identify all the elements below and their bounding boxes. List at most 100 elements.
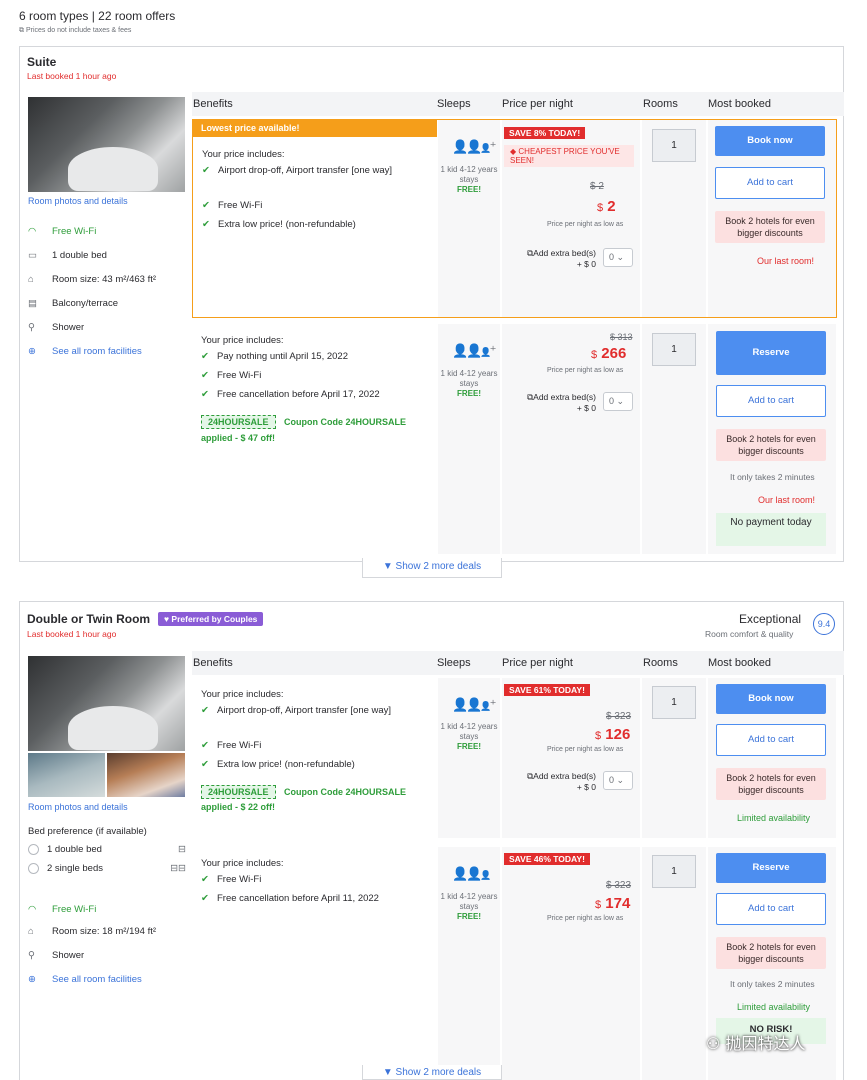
- per-night-note: Price per night as low as: [547, 367, 624, 374]
- takes-minutes: It only takes 2 minutes: [730, 472, 815, 482]
- heart-icon: ♥: [164, 614, 170, 624]
- save-badge: SAVE 8% TODAY!: [504, 127, 586, 139]
- add-to-cart-button[interactable]: Add to cart: [716, 893, 826, 925]
- current-price: $ 126: [595, 726, 631, 743]
- check-icon: ✔: [202, 219, 210, 230]
- extra-bed-select[interactable]: 0 ⌄: [603, 392, 633, 411]
- benefit-item: ✔ Free cancellation before April 17, 2022: [201, 389, 380, 400]
- see-all-facilities[interactable]: ⊕ See all room facilities: [28, 346, 142, 357]
- watermark: ⚇ 抛因特达人: [706, 1034, 806, 1053]
- shower-icon: ⚲: [28, 950, 35, 961]
- col-benefits: Benefits: [193, 657, 233, 669]
- promo-box: Book 2 hotels for even bigger discounts: [716, 429, 826, 461]
- check-icon: ✔: [201, 874, 209, 885]
- people-icon: 👤👤👤: [452, 866, 492, 881]
- rooms-select[interactable]: 1: [652, 129, 696, 162]
- room-photo[interactable]: [28, 656, 185, 751]
- extra-bed-label: ⧉Add extra bed(s) + $ 0: [527, 771, 596, 792]
- coupon-applied: applied - $ 22 off!: [201, 802, 276, 812]
- sleeps-text: 1 kid 4-12 years stays FREE!: [440, 165, 498, 194]
- benefit-item: ✔ Free cancellation before April 11, 2022: [201, 893, 379, 904]
- room-thumb-1[interactable]: [28, 753, 105, 797]
- room-photos-link[interactable]: Room photos and details: [28, 196, 128, 206]
- col-most-booked: Most booked: [708, 657, 771, 669]
- availability-status: Our last room!: [758, 495, 816, 505]
- book-now-button[interactable]: Book now: [715, 126, 825, 156]
- check-icon: ✔: [201, 351, 209, 362]
- price-cell: [502, 678, 640, 838]
- column-header: Benefits Sleeps Price per night Rooms Mo…: [192, 651, 844, 675]
- add-to-cart-button[interactable]: Add to cart: [716, 724, 826, 756]
- triangle-down-icon: ▼: [382, 561, 393, 572]
- rating-sub: Room comfort & quality: [705, 629, 794, 639]
- room-name: Double or Twin Room: [27, 612, 151, 626]
- current-price: $ 174: [595, 895, 631, 912]
- facility-bed: ▭ 1 double bed: [28, 250, 107, 261]
- show-more-deals[interactable]: ▼ Show 2 more deals: [362, 1065, 502, 1080]
- add-to-cart-button[interactable]: Add to cart: [716, 385, 826, 417]
- coupon-code[interactable]: 24HOURSALE: [201, 785, 276, 799]
- save-badge: SAVE 46% TODAY!: [504, 853, 590, 865]
- benefit-item: ✔ Airport drop-off, Airport transfer [one…: [201, 705, 392, 716]
- last-booked: Last booked 1 hour ago: [27, 629, 117, 639]
- rooms-select[interactable]: 1: [652, 333, 696, 366]
- extra-bed-select[interactable]: 0 ⌄: [603, 248, 633, 267]
- info-icon: ⧉: [19, 27, 24, 34]
- room-photo[interactable]: [28, 97, 185, 192]
- rooms-select[interactable]: 1: [652, 686, 696, 719]
- sink-shape: [68, 147, 158, 191]
- rooms-select[interactable]: 1: [652, 855, 696, 888]
- radio-icon: [28, 844, 39, 855]
- balcony-icon: ▤: [28, 298, 37, 309]
- offers-summary: 6 room types | 22 room offers: [19, 9, 176, 23]
- rating-score[interactable]: 9.4: [813, 613, 835, 635]
- benefit-item: ✔ Free Wi-Fi: [201, 740, 262, 751]
- show-more-deals[interactable]: ▼ Show 2 more deals: [362, 558, 502, 578]
- sleeps-text: 1 kid 4-12 years stays FREE!: [440, 892, 498, 921]
- room-name: Suite: [27, 55, 57, 69]
- col-sleeps: Sleeps: [437, 657, 471, 669]
- bed-option[interactable]: 1 double bed ⊟: [28, 844, 186, 855]
- facility-size: ⌂ Room size: 43 m²/463 ft²: [28, 274, 157, 285]
- room-photos-link[interactable]: Room photos and details: [28, 802, 128, 812]
- taxes-note: ⧉ Prices do not include taxes & fees: [19, 27, 132, 34]
- people-icon: 👤👤👤⁺: [452, 139, 496, 154]
- per-night-note: Price per night as low as: [547, 221, 624, 228]
- bed-icon: ▭: [28, 250, 37, 261]
- bed-option[interactable]: 2 single beds ⊟⊟: [28, 863, 186, 874]
- coupon-code[interactable]: 24HOURSALE: [201, 415, 276, 429]
- price-includes: Your price includes:: [201, 689, 284, 700]
- old-price: $ 323: [606, 711, 632, 722]
- see-all-facilities[interactable]: ⊕ See all room facilities: [28, 974, 142, 985]
- per-night-note: Price per night as low as: [547, 915, 624, 922]
- sink-shape: [68, 706, 158, 750]
- last-booked: Last booked 1 hour ago: [27, 71, 117, 81]
- room-thumb-2[interactable]: [107, 753, 185, 797]
- promo-box: Book 2 hotels for even bigger discounts: [715, 211, 825, 243]
- benefit-item: ✔ Extra low price! (non-refundable): [201, 759, 355, 770]
- current-price: $ 266: [591, 345, 627, 362]
- room-card-suite: Suite Last booked 1 hour ago Room photos…: [19, 46, 844, 562]
- check-icon: ✔: [202, 200, 210, 211]
- shower-icon: ⚲: [28, 322, 35, 333]
- availability-status: Limited availability: [737, 1002, 811, 1012]
- book-now-button[interactable]: Book now: [716, 684, 826, 714]
- extra-bed-select[interactable]: 0 ⌄: [603, 771, 633, 790]
- wechat-icon: ⚇: [706, 1034, 721, 1053]
- benefit-item: ✔ Extra low price! (non-refundable): [202, 219, 356, 230]
- old-price: $ 313: [610, 332, 633, 342]
- plus-circle-icon: ⊕: [28, 346, 36, 357]
- no-payment-badge: No payment today: [716, 513, 826, 546]
- reserve-button[interactable]: Reserve: [716, 853, 826, 883]
- rating-label: Exceptional: [739, 612, 802, 626]
- col-price: Price per night: [502, 657, 573, 669]
- sleeps-text: 1 kid 4-12 years stays FREE!: [440, 369, 498, 398]
- col-rooms: Rooms: [643, 657, 678, 669]
- facility-wifi: ◠ Free Wi-Fi: [28, 904, 97, 915]
- facility-shower: ⚲ Shower: [28, 950, 85, 961]
- coupon-line: 24HOURSALE Coupon Code 24HOURSALE: [201, 782, 406, 800]
- add-to-cart-button[interactable]: Add to cart: [715, 167, 825, 199]
- people-icon: 👤👤👤⁺: [452, 343, 496, 358]
- reserve-button[interactable]: Reserve: [716, 331, 826, 375]
- facility-shower: ⚲ Shower: [28, 322, 85, 333]
